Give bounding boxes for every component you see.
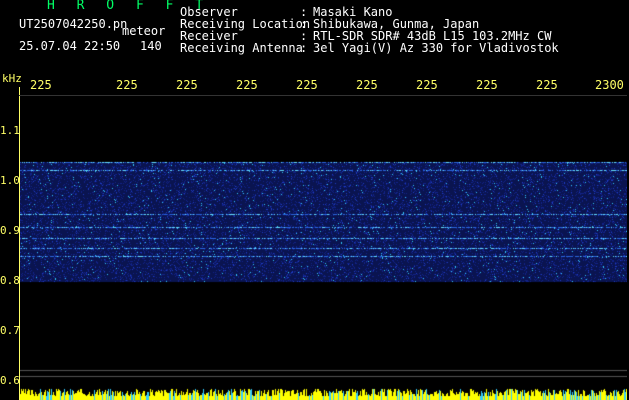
x-tick-label: 225	[536, 78, 558, 92]
x-tick-label: 225	[30, 78, 52, 92]
x-tick-label: 225	[176, 78, 198, 92]
x-tick-label: 225	[476, 78, 498, 92]
info-sep: :	[300, 41, 308, 55]
spectrogram	[20, 96, 627, 388]
y-tick-label: 0.6	[0, 374, 20, 387]
x-tick-label: 225	[296, 78, 318, 92]
x-tick-label: 225	[416, 78, 438, 92]
x-tick-label: 2300	[595, 78, 624, 92]
info-label-antenna: Receiving Antenna	[180, 41, 303, 55]
meteor-label: meteor	[122, 24, 166, 38]
y-tick-label: 0.8	[0, 274, 20, 287]
activity-bar	[20, 388, 627, 400]
date-time: 25.07.04 22:50	[19, 39, 121, 53]
x-tick-label: 225	[236, 78, 258, 92]
info-value-antenna: 3el Yagi(V) Az 330 for Vladivostok	[313, 41, 559, 55]
y-tick-label: 1.1	[0, 124, 20, 137]
y-tick-label: 1.0	[0, 174, 20, 187]
y-tick-label: 0.9	[0, 224, 20, 237]
file-name: UT2507042250.pn	[19, 17, 128, 31]
x-tick-label: 225	[356, 78, 378, 92]
meteor-count: 140	[140, 39, 162, 53]
y-tick-label: 0.7	[0, 324, 20, 337]
x-tick-label: 225	[116, 78, 138, 92]
x-axis-ticks: 225 225 225 225 225 225 225 225 225 2300	[0, 78, 629, 96]
